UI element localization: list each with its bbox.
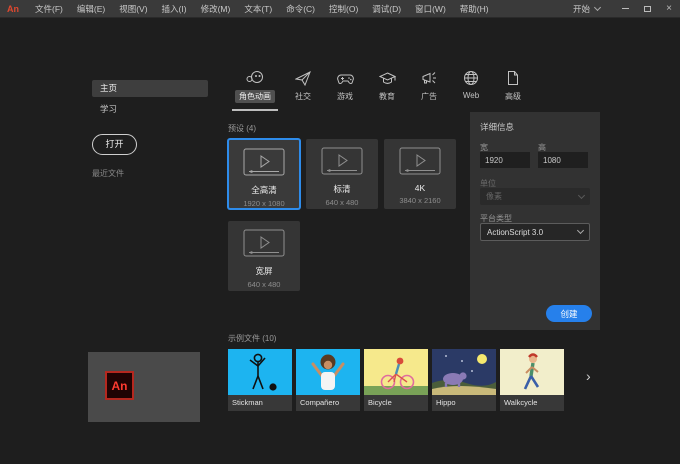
menu-text[interactable]: 文本(T) (237, 0, 279, 18)
tab-social[interactable]: 社交 (282, 66, 324, 103)
preset-dims: 640 x 480 (247, 280, 281, 289)
create-button[interactable]: 创建 (546, 305, 592, 322)
category-tabs: 角色动画 社交 游戏 教育 广告 Web 高级 (228, 66, 534, 111)
open-button[interactable]: 打开 (92, 134, 137, 155)
minimize-icon (621, 8, 629, 9)
video-player-icon (399, 147, 441, 180)
preset-dims: 3840 x 2160 (399, 196, 441, 205)
sample-card-walkcycle[interactable]: Walkcycle (500, 349, 564, 411)
chevron-down-icon (577, 191, 586, 199)
close-button[interactable]: × (658, 0, 680, 18)
preset-name: 4K (414, 183, 426, 193)
app-logo: An (7, 3, 19, 14)
sample-name: Bicycle (364, 395, 428, 411)
preset-name: 标清 (333, 184, 351, 194)
sample-name: Stickman (228, 395, 292, 411)
bicycle-thumbnail (364, 349, 428, 395)
menu-edit[interactable]: 编辑(E) (70, 0, 112, 18)
recent-files-label: 最近文件 (92, 169, 124, 178)
stickman-thumbnail (228, 349, 292, 395)
sidebar-item-home[interactable]: 主页 (92, 80, 208, 97)
menu-insert[interactable]: 插入(I) (155, 0, 194, 18)
chevron-down-icon (576, 226, 585, 235)
tab-character-animation[interactable]: 角色动画 (228, 66, 282, 111)
menu-file[interactable]: 文件(F) (28, 0, 70, 18)
video-player-icon (243, 148, 285, 181)
presets-header: 预设 (4) (228, 124, 256, 133)
game-controller-icon (336, 66, 354, 86)
hippo-thumbnail (432, 349, 496, 395)
animate-logo: An (105, 371, 134, 400)
preset-dims: 1920 x 1080 (243, 199, 285, 208)
sample-card-stickman[interactable]: Stickman (228, 349, 292, 411)
tab-advanced[interactable]: 高级 (492, 66, 534, 103)
menu-debug[interactable]: 调试(D) (365, 0, 408, 18)
recent-file-tile[interactable]: An (88, 352, 200, 422)
paper-plane-icon (295, 66, 311, 86)
sample-card-bicycle[interactable]: Bicycle (364, 349, 428, 411)
menu-commands[interactable]: 命令(C) (279, 0, 322, 18)
units-dropdown: 像素 (480, 188, 590, 205)
megaphone-icon (421, 66, 438, 86)
menu-help[interactable]: 帮助(H) (453, 0, 496, 18)
walkcycle-thumbnail (500, 349, 564, 395)
tab-ads[interactable]: 广告 (408, 66, 450, 103)
video-player-icon (321, 147, 363, 180)
video-player-icon (243, 229, 285, 262)
globe-icon (463, 66, 479, 86)
maximize-button[interactable] (636, 0, 658, 18)
details-panel: 详细信息 宽 高 单位 像素 平台类型 ActionScript 3.0 创建 (470, 112, 600, 330)
sample-name: Hippo (432, 395, 496, 411)
preset-card-widescreen[interactable]: 宽屏 640 x 480 (228, 221, 300, 291)
companero-thumbnail (296, 349, 360, 395)
graduation-cap-icon (378, 66, 396, 86)
sample-name: Walkcycle (500, 395, 564, 411)
platform-dropdown[interactable]: ActionScript 3.0 (480, 223, 590, 241)
menu-control[interactable]: 控制(O) (322, 0, 365, 18)
height-input[interactable] (538, 152, 588, 168)
preset-dims: 640 x 480 (325, 198, 359, 207)
chevron-down-icon (593, 3, 602, 11)
menu-view[interactable]: 视图(V) (112, 0, 154, 18)
tab-web[interactable]: Web (450, 66, 492, 103)
preset-card-fullhd[interactable]: 全高清 1920 x 1080 (228, 139, 300, 209)
document-icon (506, 66, 520, 86)
preset-card-sd[interactable]: 标清 640 x 480 (306, 139, 378, 209)
width-input[interactable] (480, 152, 530, 168)
character-face-icon (246, 66, 264, 86)
workspace-switcher[interactable]: 开始 (573, 3, 602, 15)
samples-next-arrow[interactable]: › (586, 368, 591, 384)
tab-games[interactable]: 游戏 (324, 66, 366, 103)
tab-education[interactable]: 教育 (366, 66, 408, 103)
sample-name: Compañero (296, 395, 360, 411)
sample-card-companero[interactable]: Compañero (296, 349, 360, 411)
menu-window[interactable]: 窗口(W) (408, 0, 453, 18)
minimize-button[interactable] (614, 0, 636, 18)
menu-modify[interactable]: 修改(M) (194, 0, 238, 18)
sidebar-item-learn[interactable]: 学习 (92, 101, 208, 118)
samples-header: 示例文件 (10) (228, 334, 277, 343)
maximize-icon (643, 5, 651, 12)
sample-card-hippo[interactable]: Hippo (432, 349, 496, 411)
menubar: An 文件(F) 编辑(E) 视图(V) 插入(I) 修改(M) 文本(T) 命… (0, 0, 680, 18)
preset-name: 宽屏 (255, 266, 273, 276)
active-tab-underline (232, 109, 278, 111)
details-header: 详细信息 (480, 122, 515, 132)
preset-name: 全高清 (251, 185, 277, 195)
preset-card-4k[interactable]: 4K 3840 x 2160 (384, 139, 456, 209)
